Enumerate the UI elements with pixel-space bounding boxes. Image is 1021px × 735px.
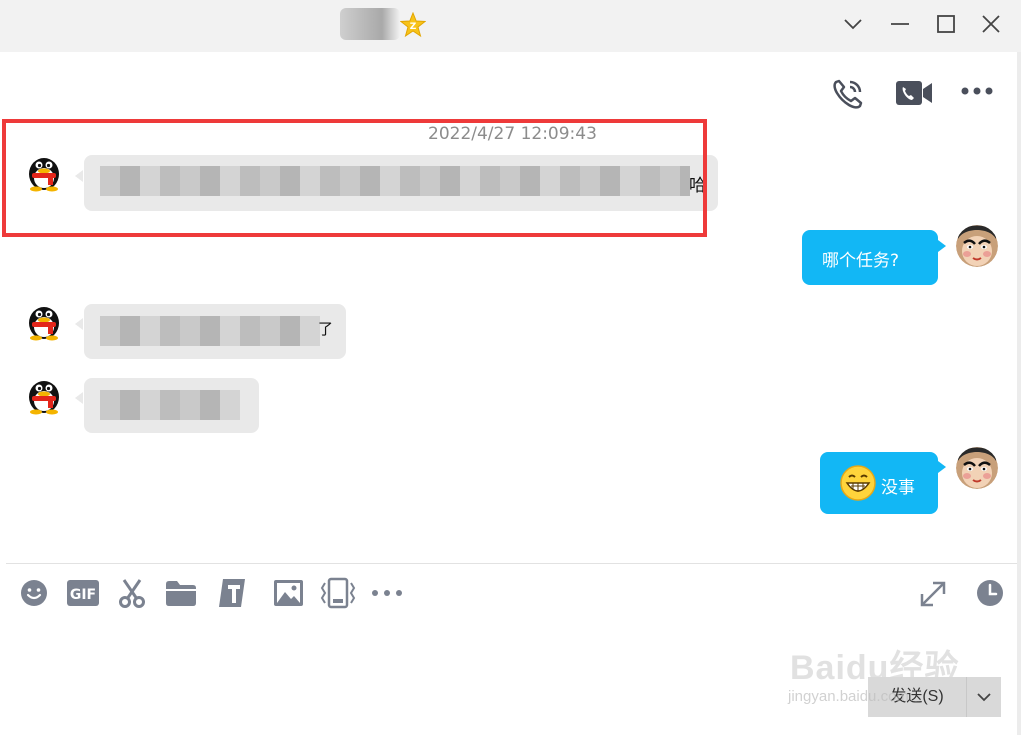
- svg-text:Z: Z: [410, 22, 417, 32]
- message-text: 没事: [881, 478, 915, 498]
- incoming-message-bubble[interactable]: [84, 378, 259, 433]
- folder-icon[interactable]: [166, 581, 196, 606]
- title-bar: Z: [0, 0, 1021, 52]
- contact-avatar-penguin-icon[interactable]: [23, 299, 65, 341]
- video-call-icon[interactable]: [895, 78, 933, 108]
- screenshot-scissors-icon[interactable]: [118, 578, 146, 608]
- shake-window-icon[interactable]: [319, 577, 357, 609]
- scrollbar-track[interactable]: [1017, 52, 1021, 735]
- blurred-message-text: [100, 390, 240, 420]
- chevron-down-icon[interactable]: [840, 11, 866, 37]
- svg-text:GIF: GIF: [70, 587, 96, 603]
- chevron-down-icon: [977, 693, 991, 702]
- voice-call-icon[interactable]: [830, 76, 866, 112]
- outgoing-message-bubble[interactable]: 没事: [820, 452, 938, 514]
- outgoing-message-bubble[interactable]: 哪个任务?: [802, 230, 938, 285]
- contact-avatar-penguin-icon[interactable]: [23, 373, 65, 415]
- bubble-tail: [75, 318, 83, 330]
- bubble-tail: [938, 461, 946, 473]
- minimize-icon[interactable]: [887, 11, 913, 37]
- highlight-annotation-box: [2, 119, 707, 237]
- message-partial-char: 了: [318, 320, 334, 338]
- maximize-icon[interactable]: [933, 11, 959, 37]
- blurred-message-text: [100, 316, 320, 346]
- grinning-face-icon: [840, 465, 876, 501]
- more-tools-icon[interactable]: [371, 588, 403, 598]
- bubble-tail: [938, 240, 946, 252]
- contact-name-blurred: [340, 8, 400, 40]
- my-avatar-opera-mask-icon[interactable]: [956, 225, 998, 267]
- history-clock-icon[interactable]: [976, 579, 1004, 607]
- vip-star-icon: Z: [400, 12, 426, 38]
- my-avatar-opera-mask-icon[interactable]: [956, 447, 998, 489]
- send-options-dropdown[interactable]: [966, 677, 1001, 717]
- doc-file-icon[interactable]: [219, 579, 249, 607]
- message-text: 哪个任务?: [822, 251, 900, 271]
- emoji-icon[interactable]: [20, 579, 48, 607]
- gif-icon[interactable]: GIF: [67, 580, 99, 606]
- baidu-jingyan-url-watermark: jingyan.baidu.com: [788, 688, 909, 705]
- incoming-message-bubble[interactable]: 了: [84, 304, 346, 359]
- close-icon[interactable]: [978, 11, 1004, 37]
- more-options-icon[interactable]: [960, 84, 994, 98]
- composer-divider: [6, 563, 1021, 564]
- bubble-tail: [75, 392, 83, 404]
- image-icon[interactable]: [274, 580, 303, 606]
- expand-icon[interactable]: [919, 580, 947, 608]
